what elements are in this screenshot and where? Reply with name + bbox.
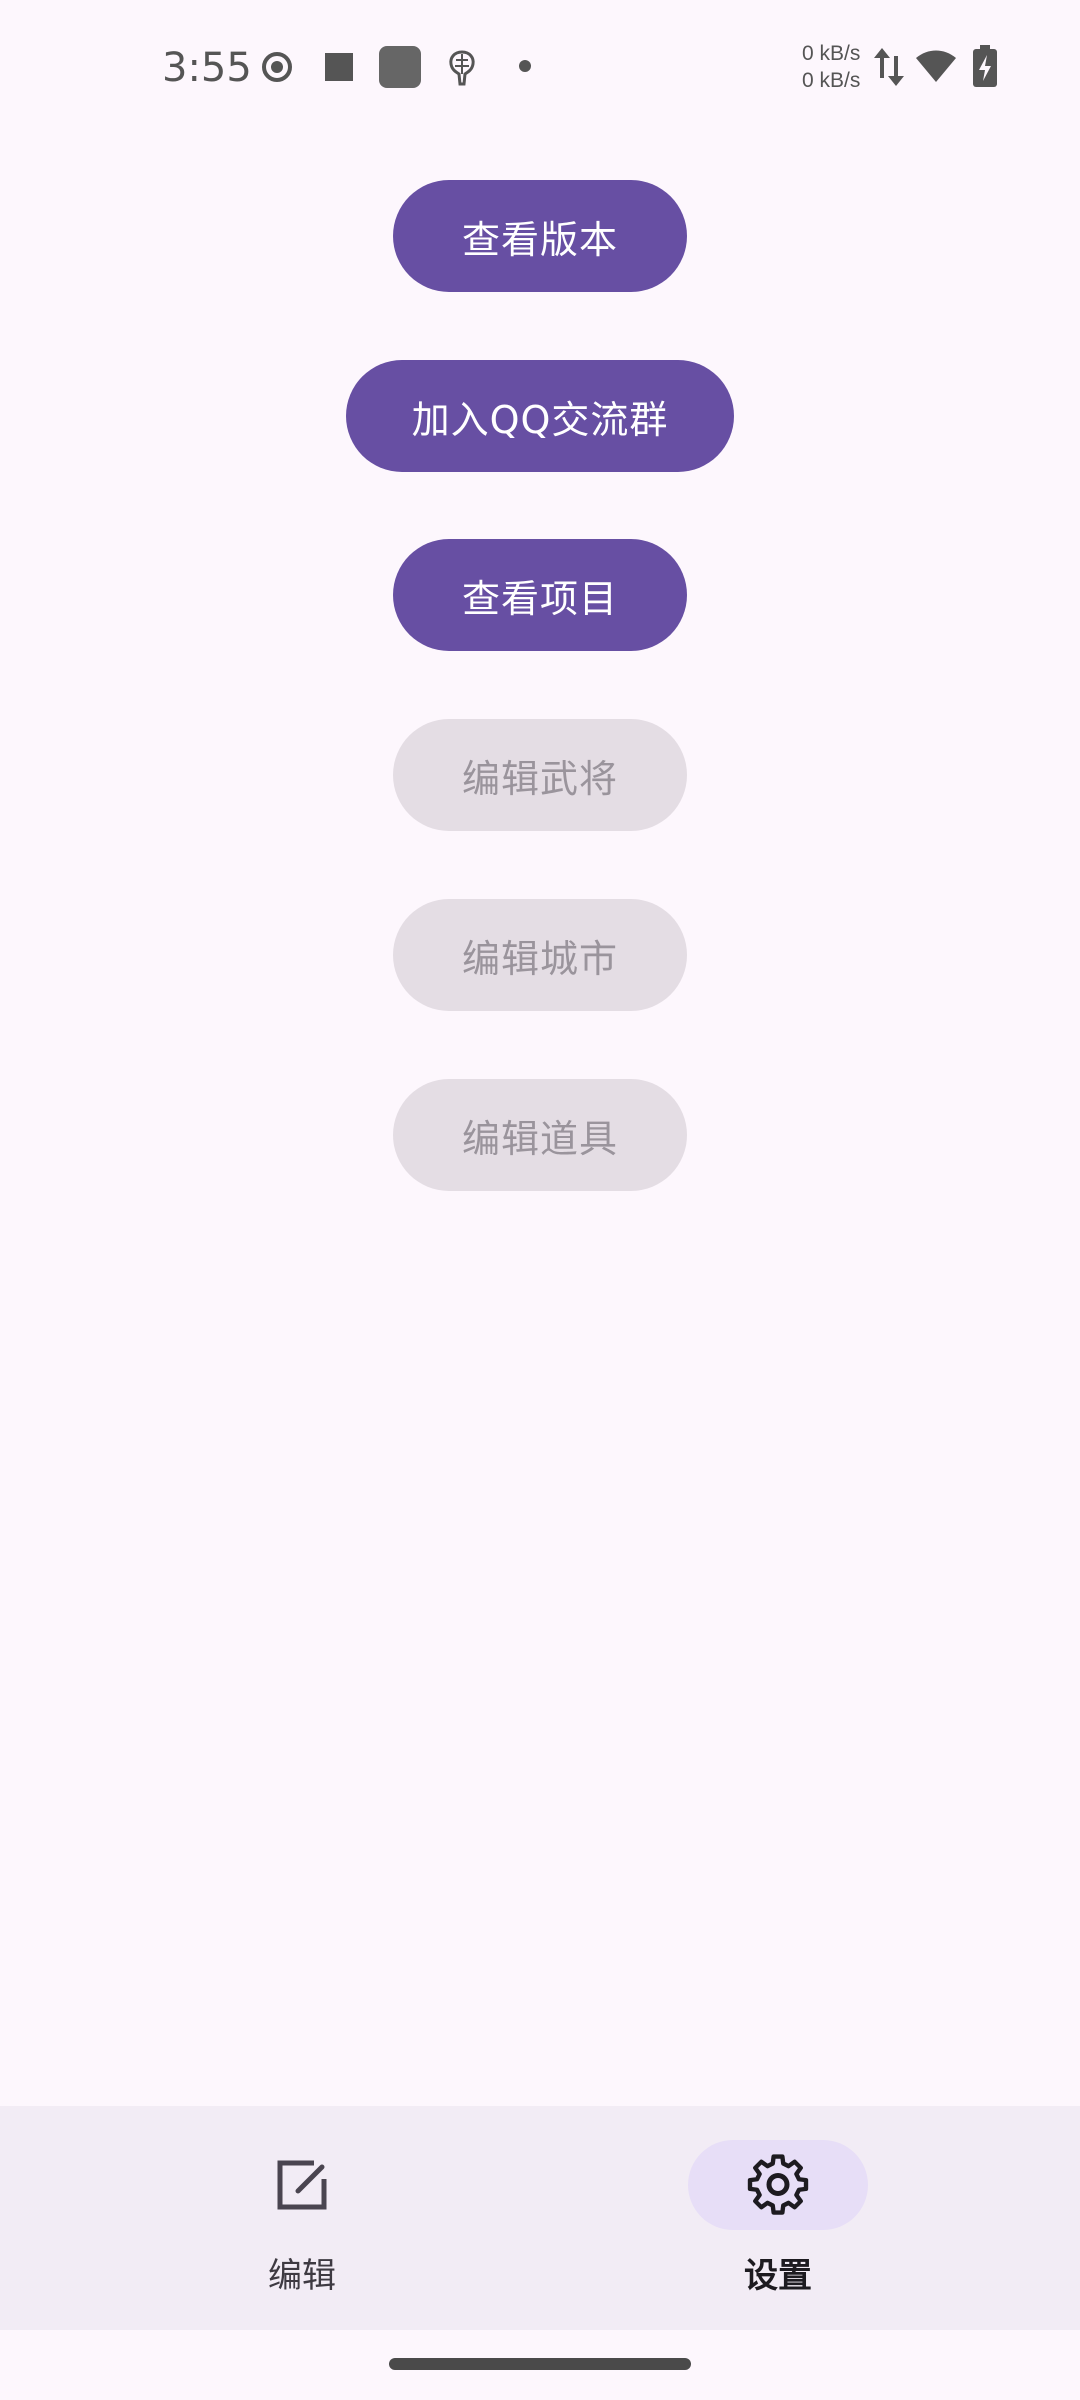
edit-generals-button[interactable]: 编辑武将 (393, 719, 687, 831)
nav-label-settings: 设置 (744, 2256, 812, 2296)
nav-label-edit: 编辑 (268, 2256, 336, 2296)
edit-cities-button[interactable]: 编辑城市 (393, 899, 687, 1011)
brain-icon (449, 50, 475, 86)
app-square-icon (379, 46, 421, 88)
join-qq-group-button[interactable]: 加入QQ交流群 (346, 360, 734, 472)
view-version-button[interactable]: 查看版本 (393, 180, 687, 292)
upload-speed: 0 kB/s (802, 42, 861, 65)
nav-item-edit[interactable]: 编辑 (32, 2106, 572, 2330)
wifi-icon (916, 50, 956, 82)
dot-icon (519, 60, 531, 72)
nav-item-settings[interactable]: 设置 (508, 2106, 1048, 2330)
gear-icon (747, 2154, 809, 2215)
gesture-navigation-bar[interactable] (389, 2358, 691, 2370)
data-arrows-icon (874, 48, 904, 86)
edit-items-button[interactable]: 编辑道具 (393, 1079, 687, 1191)
status-time: 3:55 (162, 45, 252, 91)
bottom-navigation: 编辑 设置 (0, 2106, 1080, 2330)
download-speed: 0 kB/s (802, 69, 861, 92)
status-bar: 3:55 0 kB/s 0 kB/s (0, 0, 1080, 136)
record-icon (262, 52, 292, 82)
view-project-button[interactable]: 查看项目 (393, 539, 687, 651)
stop-square-icon (325, 53, 353, 81)
edit-icon (277, 2160, 327, 2210)
battery-charging-icon (973, 45, 997, 87)
network-speed: 0 kB/s 0 kB/s (802, 40, 860, 94)
